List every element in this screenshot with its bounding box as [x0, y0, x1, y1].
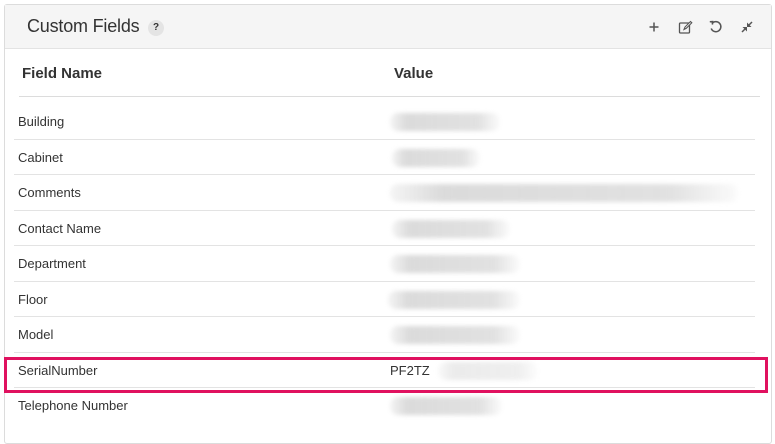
add-button[interactable] [644, 17, 664, 37]
redacted-value [392, 219, 510, 238]
redacted-value [438, 361, 538, 380]
redacted-value [390, 255, 520, 273]
field-name: Floor [18, 291, 48, 307]
table-row: Department [14, 246, 755, 282]
panel-title: Custom Fields [27, 16, 140, 36]
redacted-value [390, 113, 500, 131]
table-row: Floor [14, 282, 755, 317]
field-value: PF2TZ [390, 362, 430, 378]
panel-header: Custom Fields ? [5, 5, 771, 49]
table-row: Contact Name [14, 211, 755, 246]
column-header-value: Value [394, 65, 434, 82]
field-name: Cabinet [18, 149, 63, 165]
field-name: SerialNumber [18, 362, 98, 378]
refresh-button[interactable] [706, 17, 726, 37]
add-icon [649, 22, 659, 32]
table-row: Cabinet [14, 140, 755, 175]
redacted-value [392, 148, 480, 167]
edit-button[interactable] [675, 17, 695, 37]
field-name: Model [18, 327, 54, 342]
field-name: Building [18, 114, 65, 129]
custom-fields-table: Building Cabinet Comments Contact Name D… [14, 104, 755, 424]
field-name: Telephone Number [18, 398, 128, 413]
table-row: Model [14, 317, 755, 353]
redacted-value [390, 184, 738, 202]
collapse-icon [741, 21, 753, 33]
help-icon[interactable]: ? [148, 20, 164, 36]
refresh-icon [709, 20, 722, 33]
redacted-value [390, 397, 502, 415]
table-row: Comments [14, 175, 755, 211]
field-name: Comments [18, 185, 81, 200]
field-name: Department [18, 256, 86, 271]
edit-icon [678, 20, 693, 34]
table-row-selected: SerialNumber PF2TZ [14, 353, 755, 388]
collapse-button[interactable] [737, 17, 757, 37]
redacted-value [388, 290, 520, 309]
field-name: Contact Name [18, 220, 102, 236]
table-row: Telephone Number [14, 388, 755, 424]
redacted-value [390, 326, 520, 344]
panel-toolbar [633, 17, 757, 37]
table-row: Building [14, 104, 755, 140]
column-header-field-name: Field Name [22, 65, 103, 82]
table-header: Field Name Value [19, 49, 760, 97]
